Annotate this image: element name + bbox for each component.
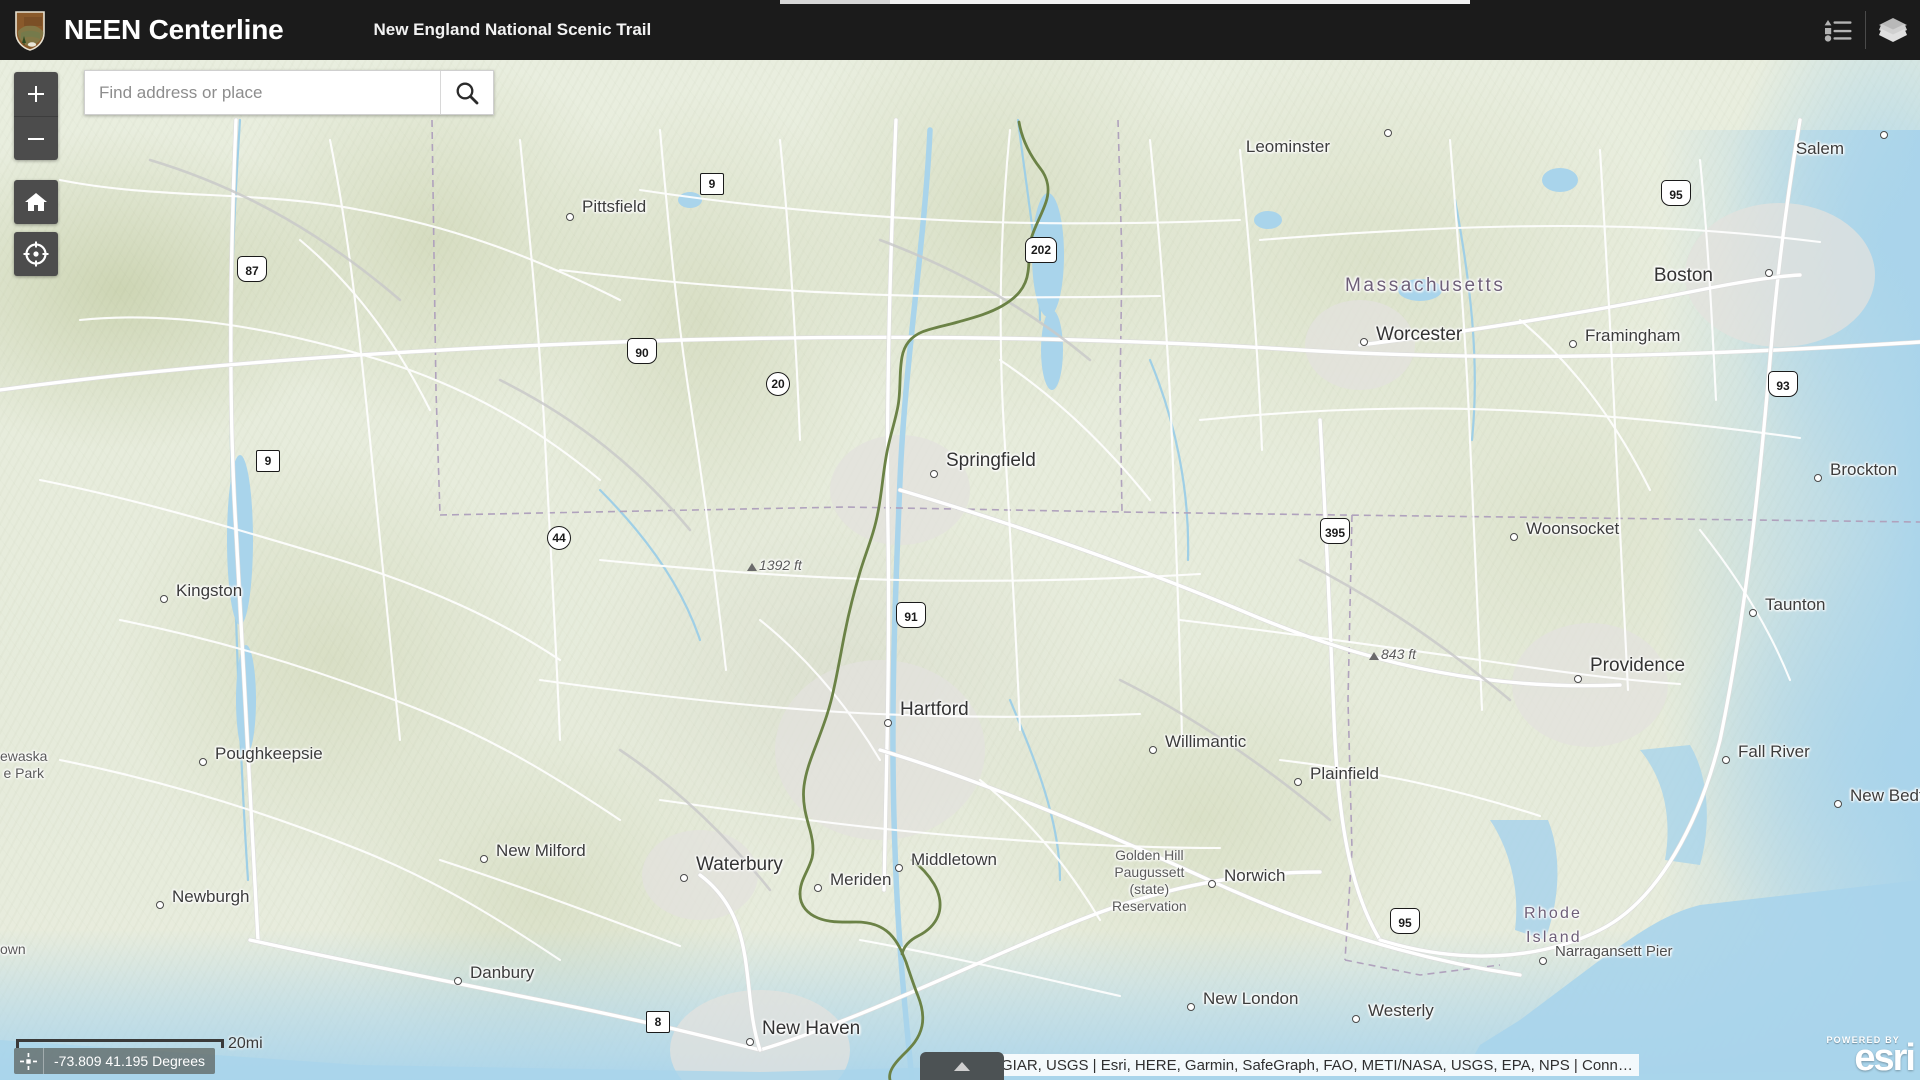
locate-crosshair-icon: [23, 241, 49, 267]
app-header: NEEN Centerline New England National Sce…: [0, 0, 1920, 60]
zoom-controls[interactable]: [14, 72, 58, 160]
coordinate-crosshair-glyph: [20, 1052, 37, 1070]
nps-arrowhead-icon: [15, 11, 45, 51]
map-canvas[interactable]: .rd-maj { fill:none; stroke:#ffffff; str…: [0, 60, 1920, 1080]
locate-button[interactable]: [14, 232, 58, 276]
chevron-up-icon: [954, 1061, 970, 1071]
loading-progress-fill: [780, 0, 890, 4]
plus-icon: [28, 86, 44, 102]
minus-icon: [28, 137, 44, 140]
zoom-out-button[interactable]: [14, 116, 58, 160]
attribution-text: Esri, CGIAR, USGS | Esri, HERE, Garmin, …: [956, 1056, 1633, 1074]
zoom-in-button[interactable]: [14, 72, 58, 116]
search-input[interactable]: [85, 71, 440, 114]
search-icon: [456, 82, 479, 104]
search-submit-button[interactable]: [441, 71, 493, 114]
app-title: NEEN Centerline: [64, 14, 284, 45]
header-tool-group: [1811, 0, 1920, 60]
app-subtitle: New England National Scenic Trail: [373, 20, 652, 39]
legend-icon: [1824, 20, 1852, 42]
loading-progress-bar: [780, 0, 1470, 4]
map-viewport[interactable]: .rd-maj { fill:none; stroke:#ffffff; str…: [0, 60, 1920, 1080]
map-vectors: .rd-maj { fill:none; stroke:#ffffff; str…: [0, 117, 1920, 1080]
attribution-bar[interactable]: Esri, CGIAR, USGS | Esri, HERE, Garmin, …: [950, 1054, 1639, 1076]
layers-button[interactable]: [1866, 0, 1920, 60]
crosshair-icon[interactable]: [14, 1048, 44, 1074]
search-widget[interactable]: [84, 70, 494, 115]
home-icon: [25, 193, 47, 211]
coordinate-readout: -73.809 41.195 Degrees: [54, 1053, 205, 1069]
attribution-expand-button[interactable]: [920, 1052, 1004, 1080]
map-application: .rd-maj { fill:none; stroke:#ffffff; str…: [0, 0, 1920, 1080]
nps-arrowhead-logo[interactable]: [0, 0, 60, 60]
home-extent-button[interactable]: [14, 180, 58, 224]
legend-button[interactable]: [1811, 0, 1865, 60]
coordinate-widget[interactable]: -73.809 41.195 Degrees: [14, 1048, 215, 1074]
layers-icon: [1879, 18, 1907, 42]
